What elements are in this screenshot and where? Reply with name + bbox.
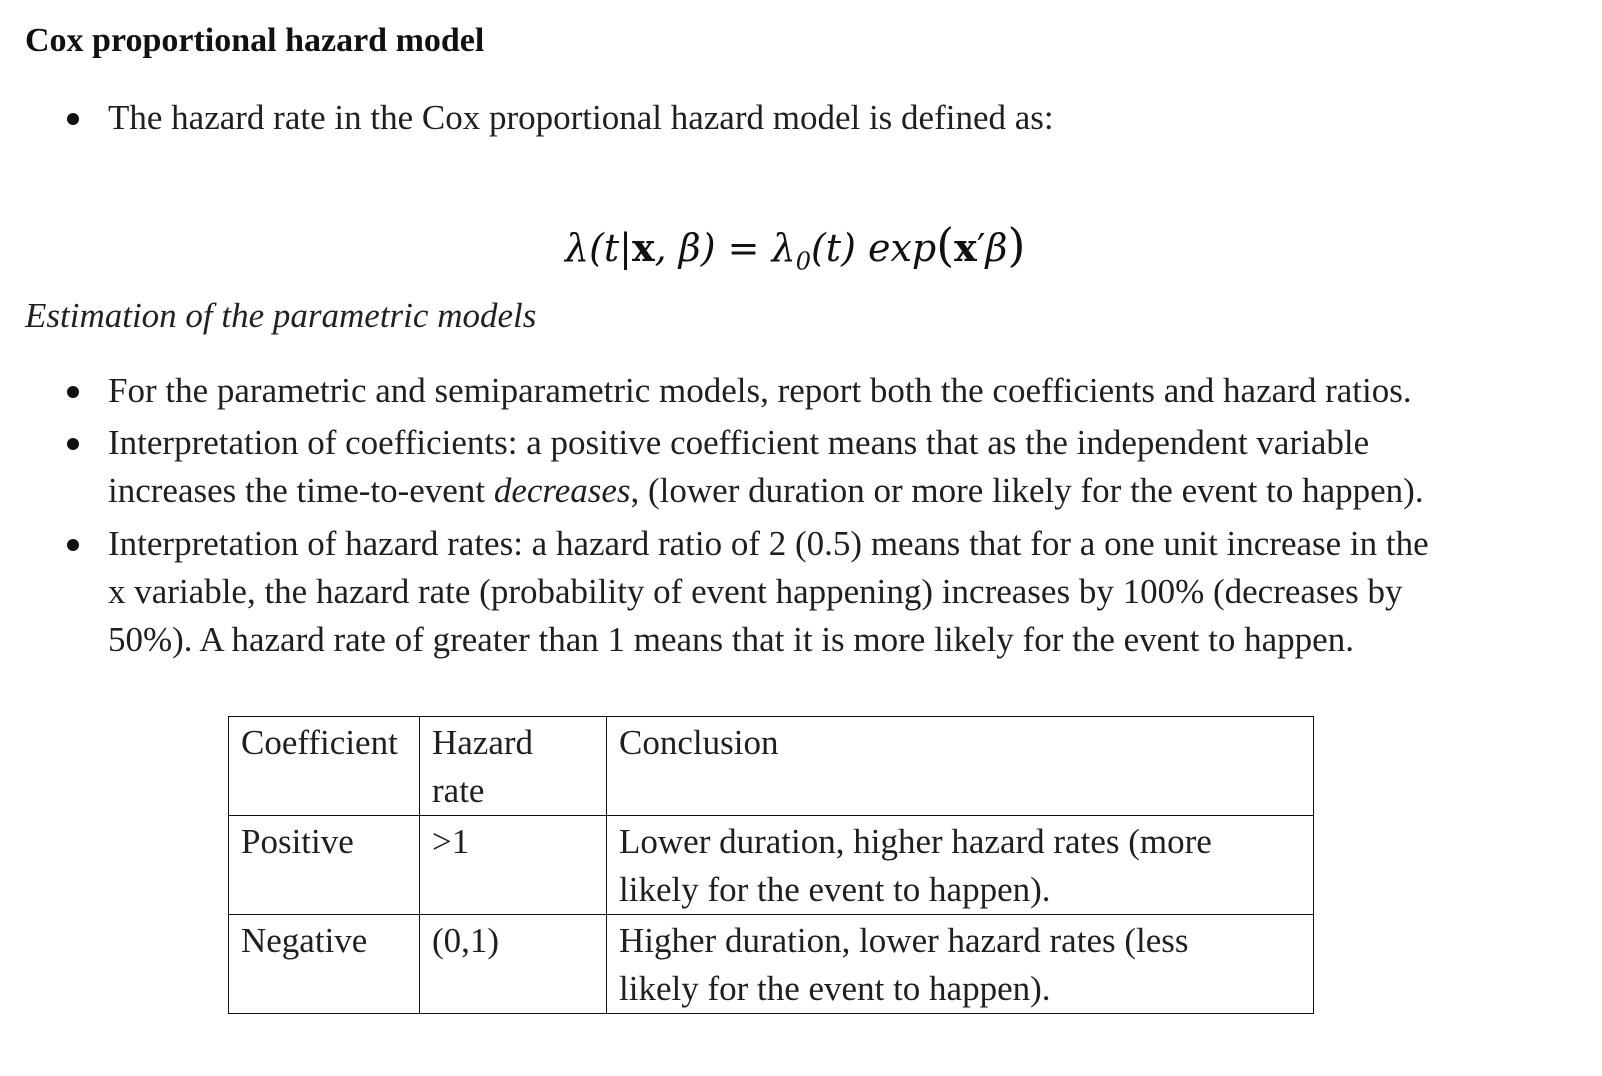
formula-open-paren: ( xyxy=(936,218,955,272)
bullet-text-line2: x variable, the hazard rate (probability… xyxy=(108,572,1403,611)
header-conclusion: Conclusion xyxy=(606,716,1314,816)
table-header-row: Coefficient Hazard rate Conclusion xyxy=(228,716,1314,816)
formula-close-paren: ) xyxy=(1007,218,1026,272)
table-row: Positive >1 Lower duration, higher hazar… xyxy=(228,815,1314,915)
cell-coefficient: Negative xyxy=(228,914,420,1014)
formula-xprime: x xyxy=(954,225,977,270)
cell-conclusion: Lower duration, higher hazard rates (mor… xyxy=(606,815,1314,915)
bullet-text: For the parametric and semiparametric mo… xyxy=(108,371,1412,410)
bullet-interpret-hazard-rates: Interpretation of hazard rates: a hazard… xyxy=(67,520,1429,664)
bullet-interpret-coefficients: Interpretation of coefficients: a positi… xyxy=(67,419,1424,515)
section-heading: Cox proportional hazard model xyxy=(25,22,485,59)
conclusion-line2: likely for the event to happen). xyxy=(619,870,1051,909)
bullet-text-post: , (lower duration or more likely for the… xyxy=(630,471,1424,510)
subsection-heading: Estimation of the parametric models xyxy=(25,296,537,335)
bullet-text-line1: Interpretation of hazard rates: a hazard… xyxy=(108,524,1429,563)
cell-coefficient: Positive xyxy=(228,815,420,915)
hazard-formula: λ(t|x, β) = λ0(t) exp(x′β) xyxy=(565,218,1025,276)
cell-hazard: >1 xyxy=(419,815,607,915)
header-coefficient: Coefficient xyxy=(228,716,420,816)
cell-hazard: (0,1) xyxy=(419,914,607,1014)
formula-mid: , β) = λ xyxy=(654,226,796,270)
bullet-text-line1: Interpretation of coefficients: a positi… xyxy=(108,423,1370,462)
header-hazard-rate: Hazard rate xyxy=(419,716,607,816)
conclusion-line2: likely for the event to happen). xyxy=(619,969,1051,1008)
formula-x: x xyxy=(631,225,655,270)
bullet-hazard-definition: The hazard rate in the Cox proportional … xyxy=(67,94,1054,142)
bullet-text-pre: increases the time-to-event xyxy=(108,471,494,510)
formula-lhs: λ(t| xyxy=(565,226,632,270)
bullet-text-line3: 50%). A hazard rate of greater than 1 me… xyxy=(108,620,1354,659)
table-row: Negative (0,1) Higher duration, lower ha… xyxy=(228,914,1314,1014)
interpretation-table: Coefficient Hazard rate Conclusion Posit… xyxy=(228,716,1314,1014)
bullet-text-line2: increases the time-to-event decreases, (… xyxy=(108,467,1424,515)
bullet-text-emphasis: decreases xyxy=(493,471,631,510)
bullet-report-coefficients: For the parametric and semiparametric mo… xyxy=(67,367,1412,415)
header-hazard-line2: rate xyxy=(432,771,485,810)
conclusion-line1: Higher duration, lower hazard rates (les… xyxy=(619,921,1189,960)
conclusion-line1: Lower duration, higher hazard rates (mor… xyxy=(619,822,1212,861)
formula-rhs: (t) exp xyxy=(810,226,937,270)
header-hazard-line1: Hazard xyxy=(432,723,534,762)
cell-conclusion: Higher duration, lower hazard rates (les… xyxy=(606,914,1314,1014)
bullet-text: The hazard rate in the Cox proportional … xyxy=(108,98,1054,137)
formula-subscript: 0 xyxy=(795,247,811,276)
formula-beta: β xyxy=(985,226,1008,270)
document-page: Cox proportional hazard model The hazard… xyxy=(0,0,1602,1076)
